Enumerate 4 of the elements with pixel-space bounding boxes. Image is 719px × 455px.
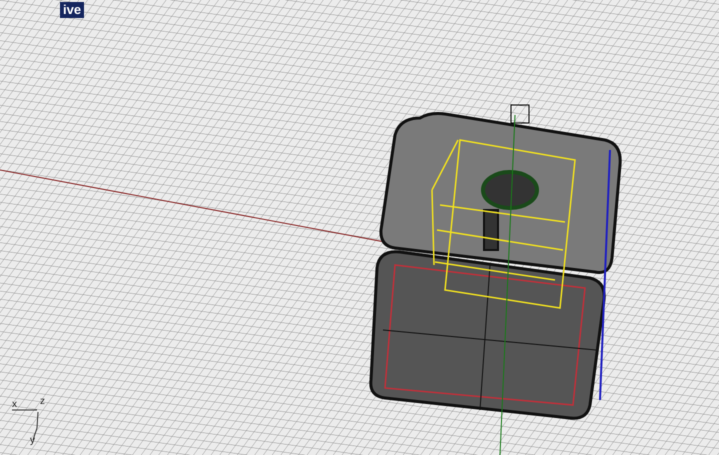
axis-label: x	[12, 399, 17, 410]
axis-label: y	[30, 435, 35, 446]
viewport-title[interactable]: ive	[60, 2, 84, 18]
axis-label: z	[40, 396, 45, 407]
